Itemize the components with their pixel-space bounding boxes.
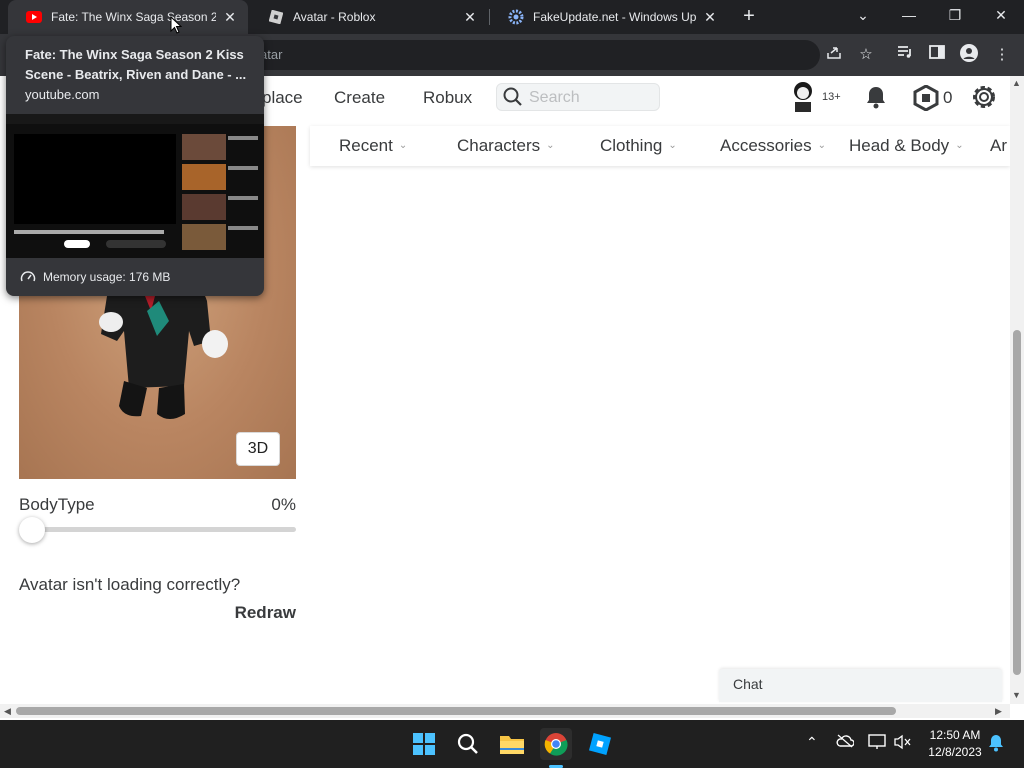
- horizontal-scroll-thumb[interactable]: [16, 707, 896, 715]
- side-panel-icon[interactable]: [926, 44, 948, 66]
- memory-usage-text: Memory usage: 176 MB: [43, 270, 171, 284]
- taskbar-search-icon[interactable]: [452, 728, 484, 760]
- notifications-bell-icon[interactable]: [864, 85, 888, 114]
- more-menu-icon[interactable]: ⋮: [991, 44, 1013, 66]
- chat-bar[interactable]: Chat: [719, 669, 1002, 702]
- tray-overflow-chevron-icon[interactable]: ⌃: [806, 734, 818, 751]
- search-placeholder: Search: [529, 89, 580, 106]
- bodytype-value: 0%: [271, 495, 296, 514]
- tab-search-chevron-icon[interactable]: ⌄: [840, 0, 886, 30]
- network-icon[interactable]: [868, 734, 886, 753]
- chevron-down-icon: ⌄: [398, 140, 408, 151]
- scroll-left-arrow-icon[interactable]: ◀: [4, 706, 11, 717]
- tab-preview-thumbnail: [6, 114, 264, 258]
- category-clothing[interactable]: Clothing ⌄: [600, 136, 677, 156]
- scroll-down-arrow-icon[interactable]: ▼: [1012, 690, 1021, 700]
- age-badge: 13+: [822, 91, 841, 103]
- category-label: Head & Body: [849, 136, 950, 155]
- chrome-taskbar-icon[interactable]: [540, 728, 572, 760]
- tab-hover-card: Fate: The Winx Saga Season 2 Kiss Scene …: [6, 36, 264, 296]
- chevron-down-icon: ⌄: [668, 140, 677, 151]
- bodytype-label: BodyType: [19, 495, 95, 514]
- browser-tab-strip: Fate: The Winx Saga Season 2 Kiss ✕ Avat…: [0, 0, 1024, 34]
- category-accessories[interactable]: Accessories ⌄: [720, 136, 826, 156]
- search-icon: [502, 86, 524, 113]
- mouse-cursor-icon: [170, 15, 183, 39]
- category-tabs: Recent ⌄ Characters ⌄ Clothing ⌄ Accessorie…: [310, 126, 1010, 166]
- bodytype-slider-track[interactable]: [19, 527, 296, 532]
- onedrive-cloud-icon[interactable]: [836, 734, 855, 751]
- roblox-studio-taskbar-icon[interactable]: [584, 728, 616, 760]
- windows-taskbar: ⌃ 12:50 AM 12/8/2023: [0, 720, 1024, 768]
- category-label: Recent: [339, 136, 393, 155]
- share-icon[interactable]: [823, 44, 845, 66]
- avatar-loading-help-text: Avatar isn't loading correctly?: [19, 575, 241, 594]
- category-characters[interactable]: Characters ⌄: [457, 136, 555, 156]
- tab-title: Fate: The Winx Saga Season 2 Kiss: [51, 10, 216, 24]
- address-bar[interactable]: atar: [250, 40, 820, 70]
- chevron-down-icon: ⌄: [955, 140, 964, 151]
- start-windows-icon[interactable]: [408, 728, 440, 760]
- close-tab-icon[interactable]: ✕: [462, 9, 478, 26]
- category-head-body[interactable]: Head & Body ⌄: [849, 136, 964, 156]
- robux-icon[interactable]: [913, 84, 939, 116]
- bookmark-star-icon[interactable]: ☆: [855, 44, 877, 66]
- category-label: Characters: [457, 136, 541, 155]
- scroll-up-arrow-icon[interactable]: ▲: [1012, 78, 1021, 88]
- scroll-right-arrow-icon[interactable]: ▶: [995, 706, 1002, 717]
- volume-muted-icon[interactable]: [893, 734, 911, 753]
- close-tab-icon[interactable]: ✕: [222, 9, 238, 26]
- tab-title: Avatar - Roblox: [293, 10, 376, 24]
- gear-favicon-icon: [508, 9, 524, 25]
- category-recent[interactable]: Recent ⌄: [339, 136, 407, 156]
- category-label: Accessories: [720, 136, 812, 155]
- taskbar-date[interactable]: 12/8/2023: [920, 745, 990, 759]
- memory-gauge-icon: [20, 269, 36, 290]
- category-label: Clothing: [600, 136, 663, 155]
- profile-icon[interactable]: [958, 44, 980, 66]
- redraw-button[interactable]: Redraw: [220, 603, 296, 623]
- settings-gear-icon[interactable]: [970, 83, 998, 116]
- robux-balance: 0: [943, 88, 953, 107]
- tab-fakeupdate[interactable]: FakeUpdate.net - Windows Upd ✕: [490, 0, 728, 34]
- user-avatar[interactable]: [789, 80, 817, 117]
- chat-label: Chat: [733, 676, 763, 692]
- category-label: Ar: [990, 136, 1007, 155]
- hover-card-title: Fate: The Winx Saga Season 2 Kiss Scene …: [25, 47, 247, 82]
- file-explorer-icon[interactable]: [496, 728, 528, 760]
- tab-youtube[interactable]: Fate: The Winx Saga Season 2 Kiss ✕: [8, 0, 248, 34]
- notification-bell-icon[interactable]: [988, 734, 1004, 755]
- roblox-icon: [268, 9, 284, 25]
- hover-card-url: youtube.com: [25, 87, 100, 102]
- chevron-down-icon: ⌄: [817, 140, 827, 151]
- minimize-button[interactable]: —: [886, 0, 932, 30]
- close-tab-icon[interactable]: ✕: [702, 9, 718, 26]
- nav-marketplace[interactable]: place: [262, 88, 303, 108]
- toggle-3d-button[interactable]: 3D: [236, 432, 280, 466]
- vertical-scroll-thumb[interactable]: [1013, 330, 1021, 675]
- close-window-button[interactable]: ✕: [978, 0, 1024, 30]
- search-input[interactable]: Search: [496, 83, 660, 111]
- chevron-down-icon: ⌄: [546, 140, 555, 151]
- nav-robux[interactable]: Robux: [423, 88, 472, 108]
- youtube-icon: [26, 9, 42, 25]
- bodytype-slider-thumb[interactable]: [19, 517, 45, 543]
- tab-title: FakeUpdate.net - Windows Upd: [533, 10, 696, 24]
- category-more[interactable]: Ar: [990, 136, 1007, 156]
- new-tab-button[interactable]: +: [737, 5, 761, 29]
- restore-button[interactable]: ❐: [932, 0, 978, 30]
- nav-create[interactable]: Create: [334, 88, 385, 108]
- media-controls-icon[interactable]: [894, 44, 916, 66]
- taskbar-time[interactable]: 12:50 AM: [920, 728, 990, 742]
- tab-roblox-avatar[interactable]: Avatar - Roblox ✕: [250, 0, 488, 34]
